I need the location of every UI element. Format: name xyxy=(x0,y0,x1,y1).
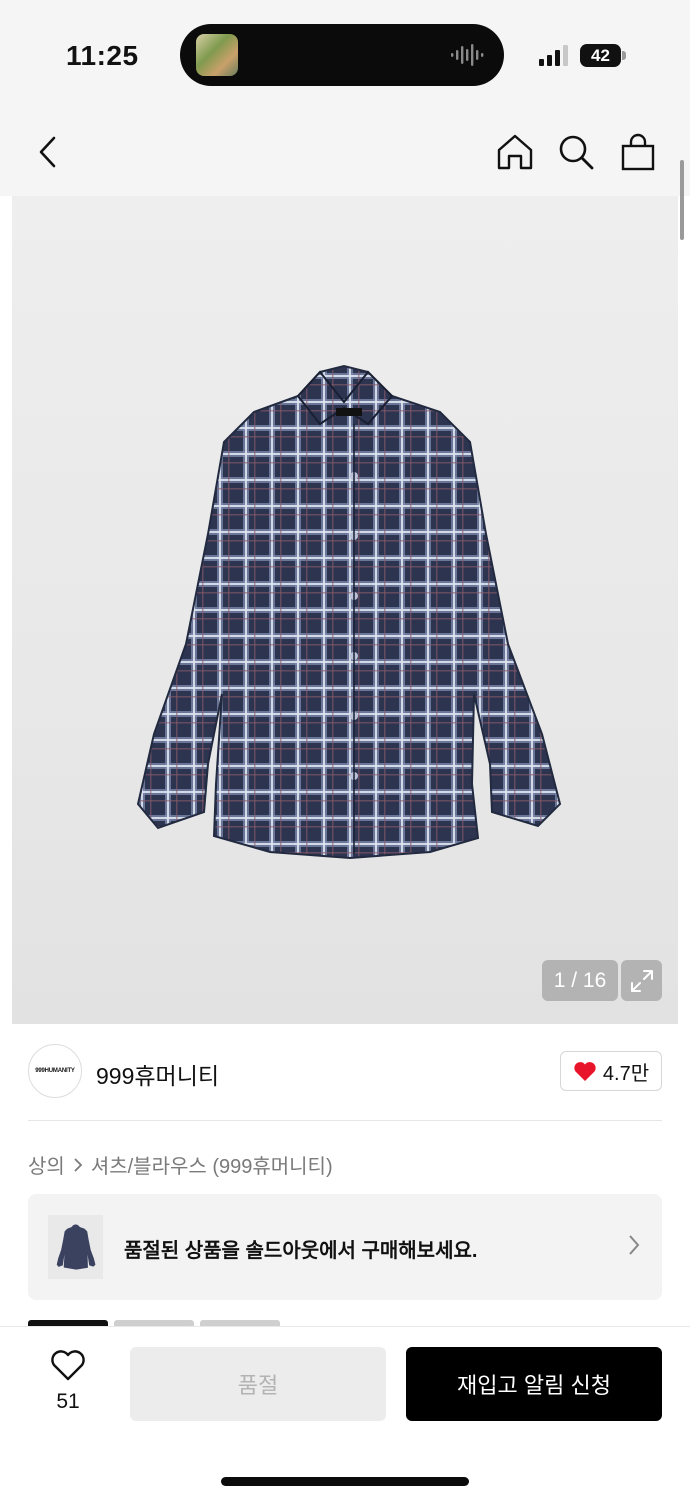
audio-waveform-icon xyxy=(451,44,484,66)
heart-outline-icon xyxy=(51,1350,85,1381)
breadcrumb-category[interactable]: 상의 xyxy=(28,1150,65,1179)
brand-row: 999HUMANITY 999휴머니티 4.7만 xyxy=(0,1024,690,1120)
restock-alert-button[interactable]: 재입고 알림 신청 xyxy=(406,1347,662,1421)
battery-icon: 42 xyxy=(580,44,626,67)
brand-name[interactable]: 999휴머니티 xyxy=(96,1057,219,1091)
brand-logo[interactable]: 999HUMANITY xyxy=(28,1044,82,1098)
shopping-bag-icon xyxy=(621,133,655,171)
image-counter: 1 / 16 xyxy=(542,960,618,1001)
now-playing-artwork xyxy=(196,34,238,76)
expand-image-button[interactable] xyxy=(621,960,662,1001)
product-image-gallery[interactable]: 1 / 16 xyxy=(12,196,678,1024)
top-navigation xyxy=(0,110,690,196)
home-button[interactable] xyxy=(493,130,537,174)
page-scrollbar[interactable] xyxy=(680,160,684,240)
shirt-thumbnail-icon xyxy=(56,1224,95,1270)
cart-button[interactable] xyxy=(616,130,660,174)
banner-product-thumbnail xyxy=(48,1215,103,1279)
wishlist-count: 51 xyxy=(56,1390,80,1413)
soldout-banner[interactable]: 품절된 상품을 솔드아웃에서 구매해보세요. xyxy=(28,1194,662,1300)
wishlist-button[interactable]: 51 xyxy=(38,1349,98,1415)
brand-like-button[interactable]: 4.7만 xyxy=(560,1051,662,1091)
back-button[interactable] xyxy=(26,130,70,174)
battery-level: 42 xyxy=(580,44,621,67)
back-icon xyxy=(39,136,56,168)
expand-icon xyxy=(630,969,653,992)
breadcrumb: 상의 셔츠/블라우스 (999휴머니티) xyxy=(28,1150,333,1179)
dynamic-island[interactable] xyxy=(180,24,504,86)
soldout-button: 품절 xyxy=(130,1347,386,1421)
brand-like-count: 4.7만 xyxy=(602,1062,650,1085)
search-button[interactable] xyxy=(554,130,598,174)
chevron-right-icon xyxy=(629,1235,640,1255)
divider xyxy=(28,1120,662,1121)
status-time: 11:25 xyxy=(66,40,139,71)
home-icon xyxy=(497,134,533,170)
cellular-signal-icon xyxy=(539,45,568,66)
search-icon xyxy=(559,135,594,170)
home-indicator[interactable] xyxy=(221,1477,469,1486)
soldout-banner-text: 품절된 상품을 솔드아웃에서 구매해보세요. xyxy=(124,1240,478,1262)
breadcrumb-subcategory[interactable]: 셔츠/블라우스 (999휴머니티) xyxy=(91,1150,333,1179)
product-image-plaid-shirt xyxy=(136,364,562,860)
heart-filled-icon xyxy=(574,1062,596,1081)
purchase-bar: 51 품절 재입고 알림 신청 xyxy=(0,1326,690,1500)
chevron-right-icon xyxy=(74,1157,83,1172)
status-bar: 11:25 42 xyxy=(0,0,690,110)
